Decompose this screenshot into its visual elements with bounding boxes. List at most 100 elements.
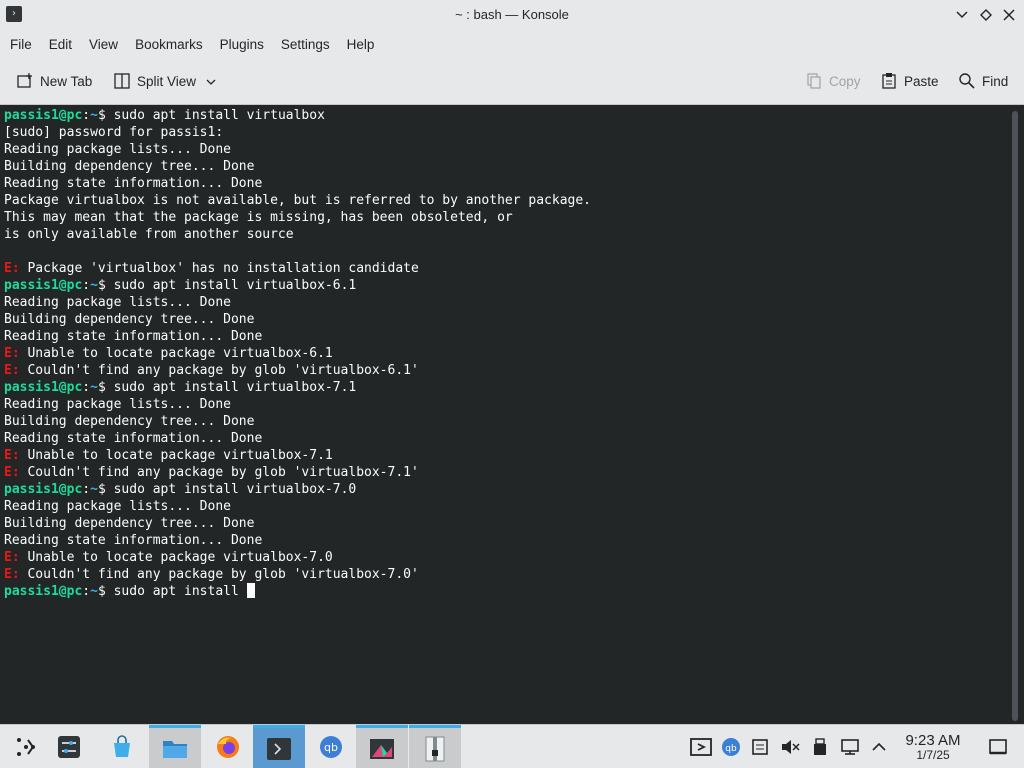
discover-taskbar-item[interactable] [96,725,148,768]
menu-view[interactable]: View [82,37,125,52]
find-label: Find [982,73,1009,89]
command-text: sudo apt install virtualbox-6.1 [113,278,357,293]
chevron-up-icon[interactable] [868,737,890,757]
error-prefix: E: [4,346,28,361]
show-desktop-icon[interactable] [987,737,1009,757]
error-prefix: E: [4,448,28,463]
output-text: Package 'virtualbox' has no installation… [27,261,419,276]
qbittorrent-icon: qb [320,736,342,758]
paste-icon [880,72,898,90]
terminal-line: E: Couldn't find any package by glob 'vi… [4,464,1024,481]
copy-button[interactable]: Copy [805,69,861,93]
text-cursor [246,583,255,598]
prompt-suffix: $ [97,278,114,293]
output-text: Reading state information... Done [4,533,263,548]
clipboard-tray-icon[interactable] [690,737,712,757]
output-text: [sudo] password for passis1: [4,125,224,140]
title-bar: › ~ : bash — Konsole [0,0,1024,30]
terminal-line: Building dependency tree... Done [4,515,1024,532]
close-icon [1003,9,1015,21]
window-title: ~ : bash — Konsole [455,7,569,22]
terminal-line: Reading package lists... Done [4,141,1024,158]
output-text: Unable to locate package virtualbox-7.0 [27,550,333,565]
firefox-taskbar-item[interactable] [202,725,254,768]
find-button[interactable]: Find [958,69,1008,93]
output-text: Reading package lists... Done [4,397,231,412]
terminal-line: passis1@pc:~$ sudo apt install [4,583,1024,600]
usb-device-icon[interactable] [809,737,831,757]
error-prefix: E: [4,567,28,582]
new-tab-button[interactable]: New Tab [16,69,92,93]
terminal-line: E: Unable to locate package virtualbox-7… [4,549,1024,566]
terminal-line: Building dependency tree... Done [4,311,1024,328]
ark-taskbar-item[interactable] [409,725,461,768]
output-text: Building dependency tree... Done [4,414,255,429]
menu-bar: File Edit View Bookmarks Plugins Setting… [0,30,1024,58]
output-text: Reading package lists... Done [4,142,231,157]
system-settings-taskbar-item[interactable] [43,725,95,768]
toolbar: New Tab Split View Copy Paste Find [0,58,1024,105]
menu-bookmarks[interactable]: Bookmarks [128,37,210,52]
terminal-line: Reading state information... Done [4,532,1024,549]
dolphin-taskbar-item[interactable] [149,725,201,768]
copy-icon [805,72,823,90]
output-text: Reading package lists... Done [4,499,231,514]
firefox-icon [217,736,239,758]
settings-sliders-icon [58,736,80,758]
paste-button[interactable]: Paste [880,69,939,93]
minimize-button[interactable] [952,5,972,25]
command-text: sudo apt install virtualbox-7.0 [113,482,357,497]
terminal-line: E: Couldn't find any package by glob 'vi… [4,566,1024,583]
terminal-line: Reading state information... Done [4,328,1024,345]
volume-muted-icon[interactable] [779,737,801,757]
menu-settings[interactable]: Settings [274,37,337,52]
prompt-path: ~ [90,278,98,293]
output-text: Building dependency tree... Done [4,159,255,174]
notes-tray-icon[interactable] [749,737,771,757]
output-text: Reading state information... Done [4,329,263,344]
taskbar: qb qb [0,724,1024,768]
menu-plugins[interactable]: Plugins [213,37,271,52]
archive-icon [425,736,445,761]
terminal-line: E: Couldn't find any package by glob 'vi… [4,362,1024,379]
terminal-line: passis1@pc:~$ sudo apt install virtualbo… [4,108,325,123]
prompt-suffix: $ [97,108,114,123]
split-view-label: Split View [137,73,197,89]
output-text: This may mean that the package is missin… [4,210,513,225]
output-text: is only available from another source [4,227,294,242]
terminal-line: Reading state information... Done [4,430,1024,447]
command-text: sudo apt install virtualbox [113,108,325,123]
clock-time[interactable]: 9:23 AM [896,732,970,749]
menu-file[interactable]: File [3,37,39,52]
menu-help[interactable]: Help [340,37,382,52]
terminal-line: passis1@pc:~$ sudo apt install virtualbo… [4,380,357,395]
error-prefix: E: [4,550,28,565]
new-tab-icon [16,72,34,90]
search-icon [958,72,976,90]
terminal-line: This may mean that the package is missin… [4,209,1024,226]
konsole-taskbar-item[interactable] [253,725,305,768]
new-tab-label: New Tab [40,73,93,89]
terminal-line: passis1@pc:~$ sudo apt install virtualbo… [4,482,357,497]
qbittorrent-taskbar-item[interactable]: qb [305,725,357,768]
split-view-button[interactable]: Split View [113,69,216,93]
clock-date[interactable]: 1/7/25 [896,748,970,762]
maximize-button[interactable] [976,5,996,25]
qbittorrent-tray-icon[interactable]: qb [720,737,742,757]
network-wired-icon[interactable] [839,737,861,757]
terminal-line: Building dependency tree... Done [4,413,1024,430]
chevron-down-icon [956,11,968,19]
output-text: Couldn't find any package by glob 'virtu… [27,567,419,582]
terminal-line: Reading package lists... Done [4,498,1024,515]
terminal-icon [267,737,291,760]
terminal-scrollbar[interactable] [1012,111,1018,721]
terminal-line: passis1@pc:~$ sudo apt install virtualbo… [4,278,357,293]
chevron-down-icon [206,74,216,89]
close-button[interactable] [999,5,1019,25]
error-prefix: E: [4,363,28,378]
terminal-output[interactable]: passis1@pc:~$ sudo apt install virtualbo… [0,105,1024,724]
menu-edit[interactable]: Edit [42,37,79,52]
terminal-line: Reading package lists... Done [4,294,1024,311]
output-text: Couldn't find any package by glob 'virtu… [27,465,419,480]
kate-taskbar-item[interactable] [356,725,408,768]
